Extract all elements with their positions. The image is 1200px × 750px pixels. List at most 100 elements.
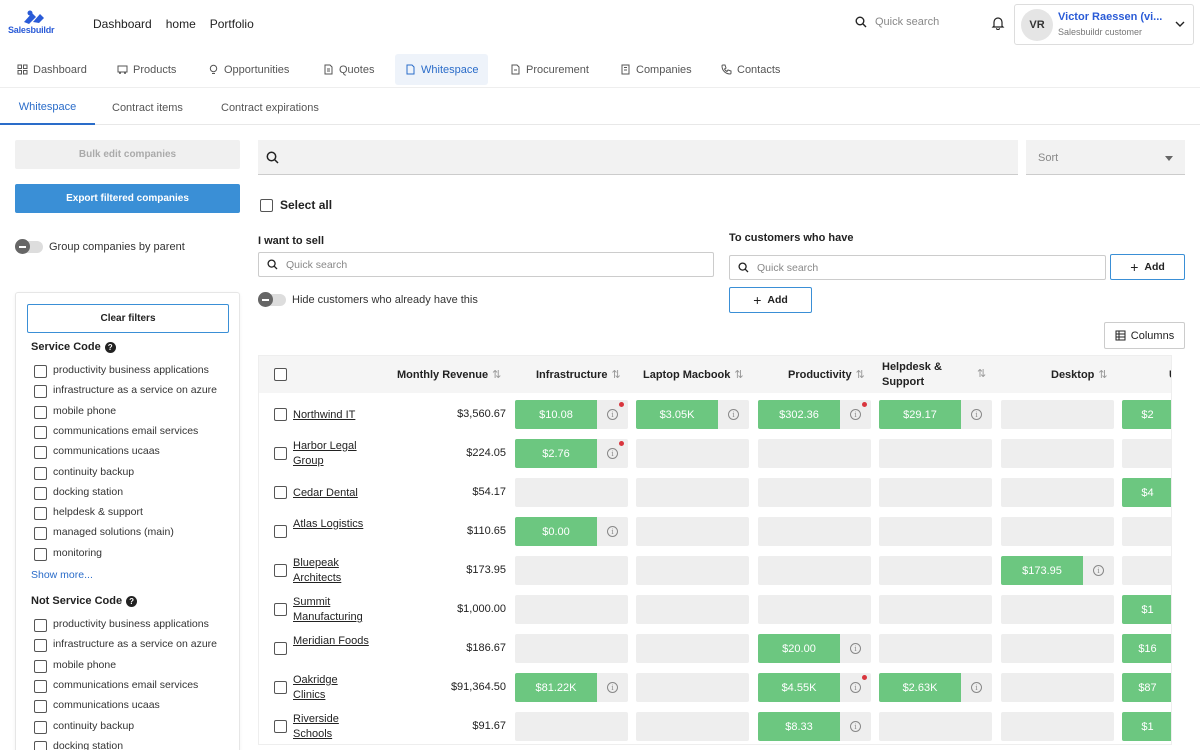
tab-contract-items[interactable]: Contract items (112, 90, 183, 125)
nav-opportunities[interactable]: Opportunities (198, 54, 299, 85)
col-infrastructure[interactable]: Infrastructure ⇅ (536, 356, 621, 393)
whitespace-cell[interactable]: $173.95 i (1001, 556, 1114, 585)
whitespace-cell[interactable] (1122, 439, 1171, 468)
brand-logo[interactable]: Salesbuildr (8, 10, 68, 38)
row-checkbox[interactable] (274, 720, 287, 733)
filter-checkbox[interactable] (34, 446, 47, 460)
whitespace-cell[interactable] (879, 517, 992, 546)
whitespace-cell[interactable] (515, 556, 628, 585)
top-search-input[interactable]: Quick search (855, 16, 939, 28)
topnav-home[interactable]: home (166, 17, 196, 31)
bulk-edit-button[interactable]: Bulk edit companies (15, 140, 240, 169)
col-laptop-macbook[interactable]: Laptop Macbook ⇅ (643, 356, 744, 393)
clear-filters-button[interactable]: Clear filters (27, 304, 229, 333)
nav-products[interactable]: Products (107, 54, 186, 85)
whitespace-cell[interactable]: $4 (1122, 478, 1171, 507)
whitespace-cell[interactable]: $4.55K i (758, 673, 871, 702)
whitespace-cell[interactable]: $20.00 i (758, 634, 871, 663)
whitespace-cell[interactable] (1122, 517, 1171, 546)
row-checkbox[interactable] (274, 681, 287, 694)
filter-option[interactable]: monitoring (34, 547, 234, 561)
whitespace-cell[interactable]: $87 (1122, 673, 1171, 702)
filter-option[interactable]: productivity business applications (34, 365, 234, 378)
sort-select[interactable]: Sort (1026, 140, 1185, 175)
filter-checkbox[interactable] (34, 405, 47, 419)
filter-option[interactable]: infrastructure as a service on azure (34, 385, 234, 399)
filter-checkbox[interactable] (34, 466, 47, 480)
topnav-portfolio[interactable]: Portfolio (210, 17, 254, 31)
whitespace-cell[interactable]: $29.17 i (879, 400, 992, 429)
whitespace-cell[interactable] (758, 556, 871, 585)
filter-option[interactable]: mobile phone (34, 405, 234, 419)
whitespace-cell[interactable]: $1 (1122, 595, 1171, 624)
whitespace-cell[interactable] (758, 478, 871, 507)
filter-option[interactable]: continuity backup (34, 466, 234, 480)
whitespace-cell[interactable] (879, 478, 992, 507)
whitespace-cell[interactable] (879, 556, 992, 585)
row-checkbox[interactable] (274, 603, 287, 616)
whitespace-cell[interactable]: $2.63K i (879, 673, 992, 702)
whitespace-cell[interactable] (1001, 712, 1114, 741)
whitespace-cell[interactable] (758, 595, 871, 624)
info-icon[interactable]: i (607, 526, 618, 537)
info-icon[interactable]: i (607, 448, 618, 459)
whitespace-cell[interactable] (879, 712, 992, 741)
nav-whitespace[interactable]: Whitespace (395, 54, 489, 85)
filter-option[interactable]: productivity business applications (34, 619, 234, 632)
filter-checkbox[interactable] (34, 619, 47, 632)
whitespace-cell[interactable] (636, 712, 749, 741)
whitespace-cell[interactable] (758, 517, 871, 546)
info-icon[interactable]: i (850, 682, 861, 693)
whitespace-cell[interactable]: $2.76 i (515, 439, 628, 468)
filter-option[interactable]: communications ucaas (34, 700, 234, 714)
filter-checkbox[interactable] (34, 659, 47, 673)
whitespace-cell[interactable] (636, 634, 749, 663)
info-icon[interactable]: i (971, 682, 982, 693)
col-desktop[interactable]: Desktop ⇅ (1051, 356, 1108, 393)
filter-checkbox[interactable] (34, 527, 47, 541)
filter-checkbox[interactable] (34, 700, 47, 714)
filter-checkbox[interactable] (34, 679, 47, 693)
filter-option[interactable]: communications email services (34, 680, 234, 693)
filter-option[interactable]: infrastructure as a service on azure (34, 639, 234, 653)
col-more[interactable]: Un (1169, 356, 1171, 393)
tab-contract-expirations[interactable]: Contract expirations (221, 90, 319, 125)
whitespace-cell[interactable]: $1 (1122, 712, 1171, 741)
filter-checkbox[interactable] (34, 740, 47, 750)
bell-icon[interactable] (991, 16, 1005, 30)
row-checkbox[interactable] (274, 486, 287, 499)
topnav-dashboard[interactable]: Dashboard (93, 17, 152, 31)
company-link[interactable]: Meridian Foods (293, 634, 373, 649)
company-link[interactable]: Cedar Dental (293, 486, 393, 501)
info-icon[interactable]: i (607, 409, 618, 420)
whitespace-cell[interactable] (1001, 400, 1114, 429)
info-icon[interactable]: i (850, 721, 861, 732)
nav-procurement[interactable]: Procurement (500, 54, 599, 85)
export-button[interactable]: Export filtered companies (15, 184, 240, 213)
whitespace-cell[interactable] (515, 712, 628, 741)
whitespace-cell[interactable]: $302.36 i (758, 400, 871, 429)
filter-option[interactable]: communications email services (34, 426, 234, 439)
whitespace-cell[interactable] (1001, 478, 1114, 507)
filter-checkbox[interactable] (34, 365, 47, 378)
info-icon[interactable]: i (728, 409, 739, 420)
whitespace-cell[interactable] (636, 517, 749, 546)
row-checkbox[interactable] (274, 564, 287, 577)
whitespace-cell[interactable]: $16 (1122, 634, 1171, 663)
filter-option[interactable]: docking station (34, 741, 234, 750)
customers-search-input[interactable]: Quick search (729, 255, 1106, 280)
col-monthly-revenue[interactable]: Monthly Revenue ⇅ (397, 356, 501, 393)
whitespace-cell[interactable] (515, 595, 628, 624)
whitespace-cell[interactable]: $10.08 i (515, 400, 628, 429)
company-link[interactable]: Bluepeak Architects (293, 556, 373, 586)
whitespace-cell[interactable] (636, 478, 749, 507)
select-all-checkbox[interactable] (260, 198, 273, 212)
col-productivity[interactable]: Productivity ⇅ (788, 356, 865, 393)
tab-whitespace[interactable]: Whitespace (0, 90, 95, 125)
company-link[interactable]: Riverside Schools (293, 712, 373, 742)
whitespace-cell[interactable] (879, 595, 992, 624)
whitespace-cell[interactable]: $0.00 i (515, 517, 628, 546)
whitespace-cell[interactable] (636, 595, 749, 624)
nav-dashboard[interactable]: Dashboard (7, 54, 97, 85)
filter-checkbox[interactable] (34, 720, 47, 734)
